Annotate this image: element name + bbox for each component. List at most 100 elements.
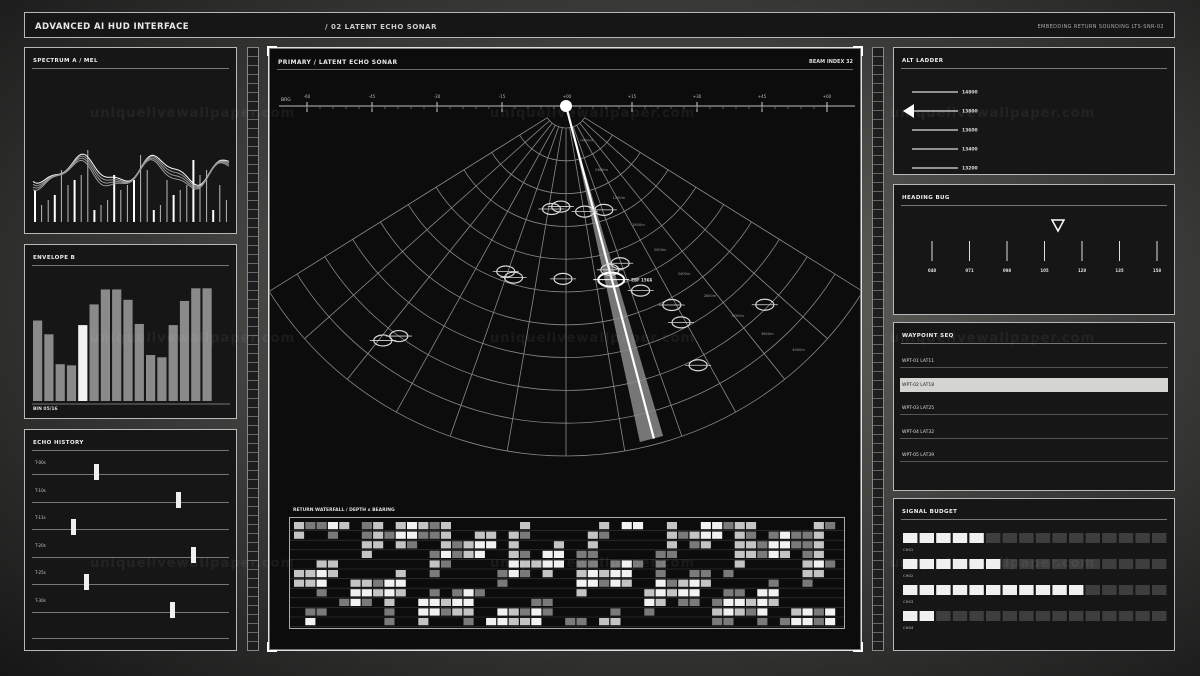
right-scroll-rail[interactable] bbox=[872, 47, 884, 651]
range-label: 2000m bbox=[654, 248, 667, 252]
waterfall-cell bbox=[395, 531, 406, 539]
waterfall-cell bbox=[350, 598, 361, 606]
top-bar-status: EMBEDDING RETURN SOUNDING LTS-SNR-02 bbox=[1037, 24, 1164, 30]
echo-marker[interactable] bbox=[175, 491, 181, 508]
alt-ladder-panel: ALT LADDER 14800 13800 13600 13400 13200 bbox=[893, 47, 1175, 175]
budget-channel-label: CH03 bbox=[903, 599, 914, 604]
waterfall-cell bbox=[463, 598, 474, 606]
waterfall-cell bbox=[520, 618, 531, 626]
budget-cell bbox=[1152, 559, 1167, 569]
waypoint-item[interactable]: WPT-05 LAT39 bbox=[900, 448, 1168, 462]
echo-row-label: T-00s bbox=[35, 460, 46, 465]
range-label: 1600m bbox=[632, 223, 645, 227]
waterfall-cell bbox=[542, 608, 553, 616]
waterfall-cell bbox=[361, 598, 372, 606]
waterfall-cell bbox=[520, 570, 531, 578]
budget-cell bbox=[1069, 611, 1084, 621]
waterfall-cell bbox=[508, 608, 519, 616]
waterfall-cell bbox=[712, 531, 723, 539]
waterfall-cell bbox=[486, 541, 497, 549]
envelope-bar bbox=[33, 320, 43, 401]
waterfall-cell bbox=[486, 618, 497, 626]
budget-cell bbox=[1019, 611, 1034, 621]
sonar-panel: PRIMARY / LATENT ECHO SONAR BEAM INDEX 3… bbox=[267, 46, 863, 652]
waypoint-item[interactable]: WPT-04 LAT32 bbox=[900, 425, 1168, 439]
budget-cell bbox=[1118, 611, 1134, 621]
waterfall-cell bbox=[655, 598, 666, 606]
waterfall-cell bbox=[700, 531, 711, 539]
budget-cell bbox=[936, 611, 951, 621]
waterfall-cell bbox=[768, 550, 779, 558]
envelope-footer: BIN 05/16 bbox=[33, 407, 58, 412]
alt-ladder[interactable]: 14800 13800 13600 13400 13200 bbox=[894, 48, 1174, 174]
heading-scale[interactable]: 048 071 098 105 128 135 158 bbox=[894, 185, 1174, 314]
budget-cell bbox=[1002, 559, 1017, 569]
waterfall-cell bbox=[429, 589, 440, 597]
envelope-bar bbox=[112, 289, 122, 401]
waterfall-cell bbox=[452, 608, 463, 616]
envelope-bar bbox=[168, 325, 178, 401]
waterfall-cell bbox=[802, 550, 813, 558]
echo-row-label: T-20s bbox=[35, 542, 46, 548]
budget-cell bbox=[936, 533, 951, 543]
envelope-bar bbox=[78, 325, 88, 401]
waterfall-cell bbox=[373, 541, 384, 549]
waypoint-item[interactable]: WPT-01 LAT11 bbox=[900, 354, 1168, 368]
sonar-origin bbox=[560, 100, 572, 112]
waterfall-cell bbox=[825, 608, 836, 616]
waterfall-cell bbox=[531, 598, 542, 606]
waterfall-cell bbox=[373, 589, 384, 597]
budget-cell bbox=[1085, 533, 1100, 543]
waterfall-cell bbox=[474, 541, 485, 549]
signal-budget-panel: SIGNAL BUDGET CH01 CH02 CH03 CH04 bbox=[893, 498, 1175, 651]
budget-cell bbox=[1019, 533, 1034, 543]
waterfall-cell bbox=[452, 598, 463, 606]
waypoint-item[interactable]: WPT-03 LAT25 bbox=[900, 401, 1168, 415]
heading-bug-panel: HEADING BUG 048 071 098 105 128 135 158 bbox=[893, 184, 1175, 315]
echo-row-label: T-11s bbox=[35, 515, 46, 520]
waterfall-cell bbox=[395, 522, 406, 530]
echo-marker[interactable] bbox=[93, 464, 99, 480]
echo-marker[interactable] bbox=[71, 519, 77, 535]
waterfall-cell bbox=[587, 570, 598, 578]
left-scroll-rail[interactable] bbox=[247, 47, 259, 651]
budget-cell bbox=[1035, 585, 1051, 595]
envelope-bar bbox=[100, 289, 110, 401]
waterfall-cell bbox=[723, 570, 734, 578]
waterfall-cell bbox=[599, 570, 610, 578]
alt-value: 13200 bbox=[962, 166, 978, 172]
waterfall-cell bbox=[384, 579, 395, 587]
waypoint-panel: WAYPOINT SEQ WPT-01 LAT11 WPT-02 LAT18 WPT… bbox=[893, 322, 1175, 491]
budget-cell bbox=[903, 611, 918, 621]
waterfall-cell bbox=[825, 522, 836, 530]
waterfall-cell bbox=[768, 579, 779, 587]
waterfall-cell bbox=[621, 560, 632, 568]
waterfall-cell bbox=[542, 560, 553, 568]
waterfall-cell bbox=[757, 618, 768, 626]
budget-cell bbox=[1085, 585, 1100, 595]
waterfall-cell bbox=[350, 579, 361, 587]
waterfall-cell bbox=[361, 589, 372, 597]
range-label: 3200m bbox=[731, 314, 744, 318]
budget-channel-label: CH02 bbox=[903, 573, 914, 578]
waterfall-cell bbox=[474, 550, 485, 558]
waterfall-cell bbox=[361, 531, 372, 539]
alt-value: 13600 bbox=[962, 128, 978, 134]
waterfall-cell bbox=[395, 579, 406, 587]
envelope-bar bbox=[202, 288, 212, 401]
echo-marker[interactable] bbox=[84, 574, 90, 590]
waterfall-cell bbox=[418, 522, 429, 530]
echo-marker[interactable] bbox=[169, 601, 175, 618]
echo-history-panel: ECHO HISTORY T-00s T-10s T-11s T-20s T-25s T-… bbox=[24, 429, 237, 651]
range-label: 3600m bbox=[761, 332, 774, 336]
waterfall-cell bbox=[418, 618, 429, 626]
waterfall-cell bbox=[373, 531, 384, 539]
waterfall-cell bbox=[802, 608, 813, 616]
bearing-tick-label: -60 bbox=[304, 94, 311, 99]
waypoint-item[interactable]: WPT-02 LAT18 bbox=[900, 377, 1168, 392]
alt-value: 13400 bbox=[962, 147, 978, 153]
waterfall-cell bbox=[497, 570, 508, 578]
echo-marker[interactable] bbox=[190, 546, 196, 563]
range-label: 4000m bbox=[792, 348, 805, 352]
waterfall-cell bbox=[463, 541, 474, 549]
